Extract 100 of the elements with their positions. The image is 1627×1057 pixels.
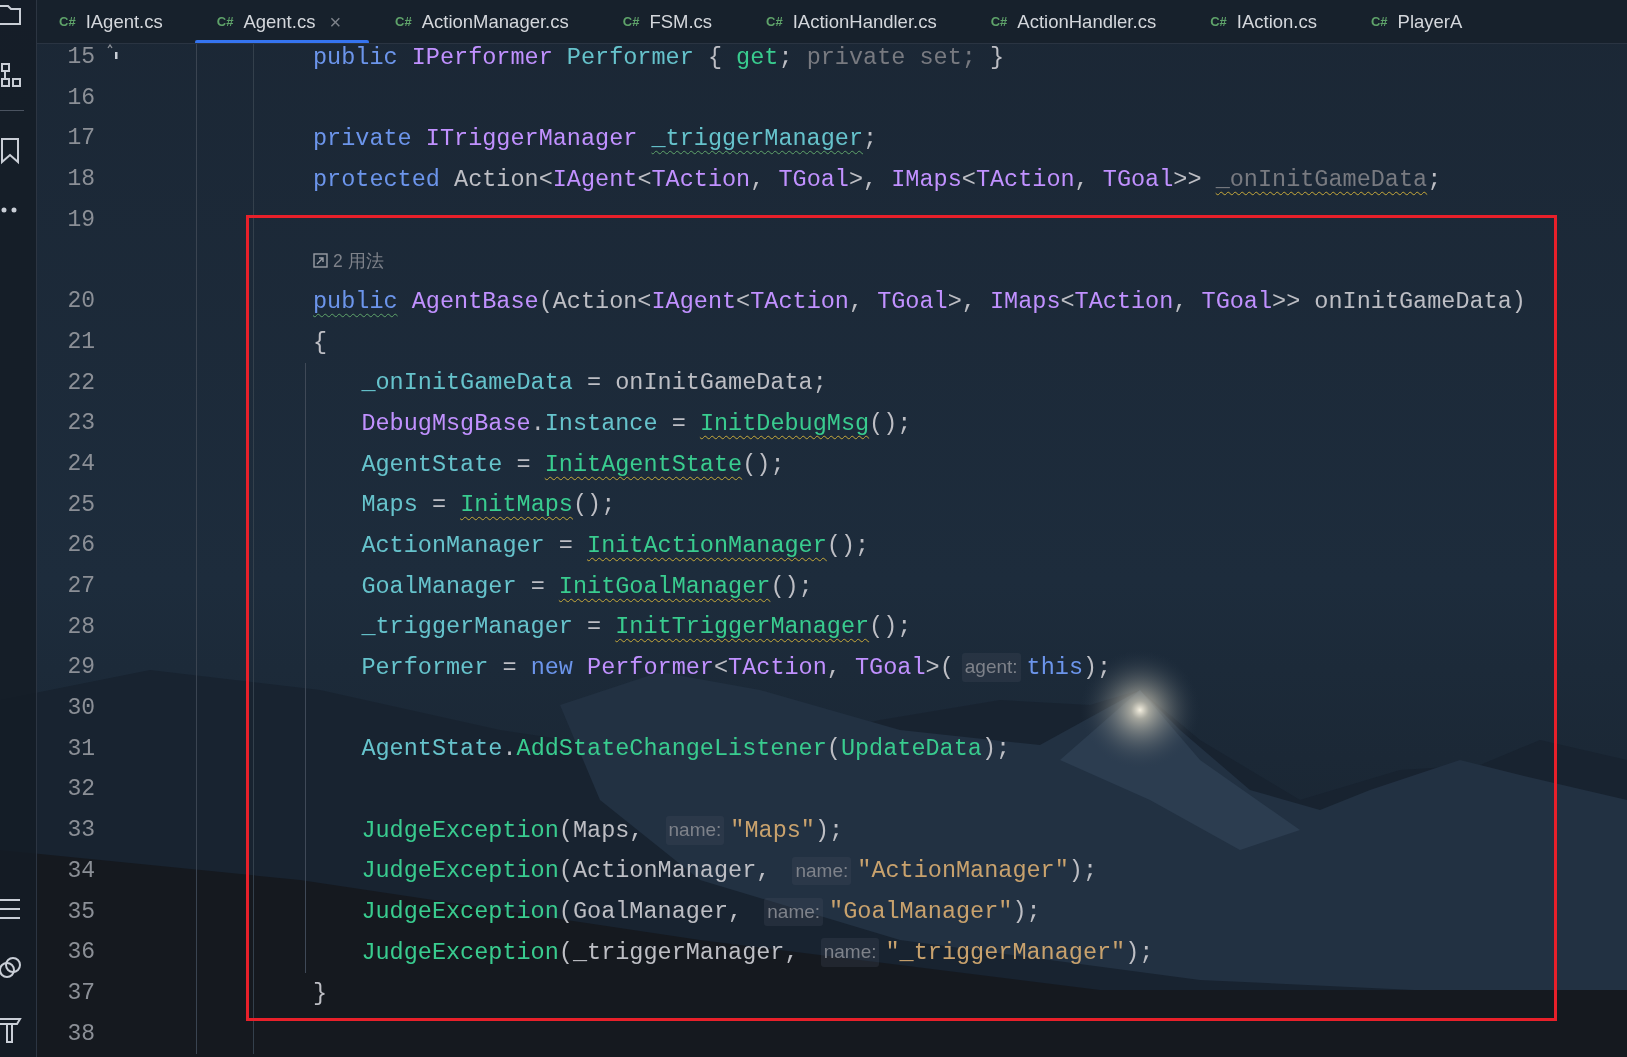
- code-token: =: [515, 449, 532, 480]
- line-number: 29: [66, 653, 95, 683]
- line-number: 19: [66, 205, 95, 235]
- line-number: 27: [66, 572, 95, 602]
- code-token: _triggerManager: [651, 124, 863, 155]
- code-token: InitActionManager: [587, 530, 827, 561]
- code-token: ();: [826, 530, 870, 561]
- code-token: (ActionManager,: [558, 856, 772, 887]
- line-number: 15: [66, 43, 95, 73]
- code-token: =: [430, 490, 448, 521]
- code-token: ,: [826, 653, 842, 684]
- code-token: IPerformer: [411, 42, 554, 73]
- code-token: =: [501, 653, 518, 684]
- code-token: TGoal: [877, 286, 948, 317]
- code-token: GoalManager: [361, 571, 517, 602]
- code-token: >,: [947, 286, 977, 317]
- line-number: 22: [66, 368, 95, 398]
- code-token: private: [313, 124, 413, 155]
- code-token: TAction: [651, 164, 751, 195]
- code-token: InitMaps: [460, 490, 573, 521]
- parameter-hint: name:: [764, 897, 824, 927]
- code-token: >(: [925, 653, 954, 684]
- code-token: "Maps": [730, 815, 815, 846]
- file-tab[interactable]: C# IAction.cs: [1188, 0, 1345, 43]
- code-token: public: [313, 42, 399, 73]
- code-token: TGoal: [1102, 164, 1174, 195]
- code-token: {: [706, 42, 723, 73]
- code-token: TAction: [975, 164, 1075, 195]
- line-number: 37: [66, 978, 95, 1008]
- line-number: 24: [66, 449, 95, 479]
- usages-link[interactable]: 2 用法: [333, 247, 384, 274]
- code-token: <: [736, 286, 751, 317]
- code-token: TGoal: [855, 653, 926, 684]
- code-token: InitTriggerManager: [615, 612, 870, 643]
- menu-icon[interactable]: [0, 897, 22, 921]
- code-token: IMaps: [990, 286, 1061, 317]
- line-number: 36: [66, 938, 95, 968]
- structure-icon[interactable]: [0, 62, 22, 88]
- code-token: ITriggerManager: [425, 124, 639, 155]
- line-number: 34: [66, 856, 95, 886]
- code-token: InitAgentState: [544, 449, 743, 480]
- code-token: JudgeException: [361, 937, 559, 968]
- line-number: 23: [66, 409, 95, 439]
- code-token: _triggerManager: [361, 612, 573, 643]
- code-token: AgentBase: [410, 286, 539, 317]
- parameter-hint: name:: [820, 938, 880, 967]
- line-number: 33: [66, 816, 95, 846]
- file-tab[interactable]: C# IActionHandler.cs: [744, 0, 965, 43]
- code-token: ;: [778, 42, 794, 73]
- code-token: public: [313, 286, 398, 317]
- code-token: );: [1068, 856, 1098, 887]
- file-tab[interactable]: C# ActionHandler.cs: [968, 0, 1185, 43]
- overlapping-circles-icon[interactable]: [0, 955, 22, 981]
- code-token: );: [1012, 897, 1041, 928]
- code-token: TGoal: [1201, 286, 1273, 317]
- code-token: DebugMsgBase: [361, 408, 531, 439]
- code-token: <: [637, 164, 652, 195]
- code-token: ;: [863, 124, 878, 155]
- code-token: ();: [572, 490, 616, 521]
- file-tab[interactable]: C# FSM.cs: [600, 0, 741, 43]
- code-token: ;: [1427, 164, 1442, 195]
- file-tab[interactable]: C# ActionManager.cs: [373, 0, 597, 43]
- code-token: ();: [869, 408, 912, 439]
- code-token: private set;: [806, 42, 976, 73]
- code-token: =: [557, 530, 574, 561]
- code-token: ,: [1074, 164, 1090, 195]
- external-link-icon[interactable]: [313, 253, 328, 269]
- code-token: IAgent: [651, 286, 737, 317]
- code-token: Performer: [361, 653, 489, 684]
- parameter-hint: agent:: [961, 653, 1021, 682]
- code-token: =: [670, 408, 687, 439]
- file-tab[interactable]: C# Agent.cs ×: [194, 0, 370, 43]
- code-token: _onInitGameData: [1215, 164, 1428, 195]
- code-token: this: [1026, 653, 1083, 684]
- code-token: (: [826, 734, 841, 765]
- line-number: 28: [66, 612, 95, 642]
- code-token: ();: [770, 571, 813, 602]
- file-tab[interactable]: C# IAgent.cs: [37, 0, 191, 43]
- code-token: TAction: [750, 286, 849, 317]
- file-tab[interactable]: C# PlayerA: [1348, 0, 1463, 43]
- code-token: (Action<: [538, 286, 652, 317]
- code-token: }: [988, 42, 1005, 73]
- line-number: 30: [66, 694, 95, 724]
- code-token: IAgent: [552, 164, 638, 195]
- code-token: =: [529, 571, 546, 602]
- code-token: AgentState: [361, 734, 503, 765]
- line-number: 35: [66, 897, 95, 927]
- code-token: (_triggerManager,: [558, 937, 800, 968]
- code-token: protected: [313, 164, 440, 195]
- code-token: ,: [750, 164, 766, 195]
- code-token: _onInitGameData: [361, 368, 573, 399]
- code-token: get: [736, 42, 779, 73]
- hammer-icon[interactable]: [0, 1015, 22, 1043]
- code-token: new: [530, 653, 574, 684]
- bookmark-icon[interactable]: [0, 137, 22, 165]
- code-token: <: [713, 653, 729, 684]
- code-token: InitGoalManager: [558, 571, 771, 602]
- code-token: ,: [848, 286, 865, 317]
- code-token: .: [502, 734, 517, 765]
- code-token: Instance: [544, 408, 658, 439]
